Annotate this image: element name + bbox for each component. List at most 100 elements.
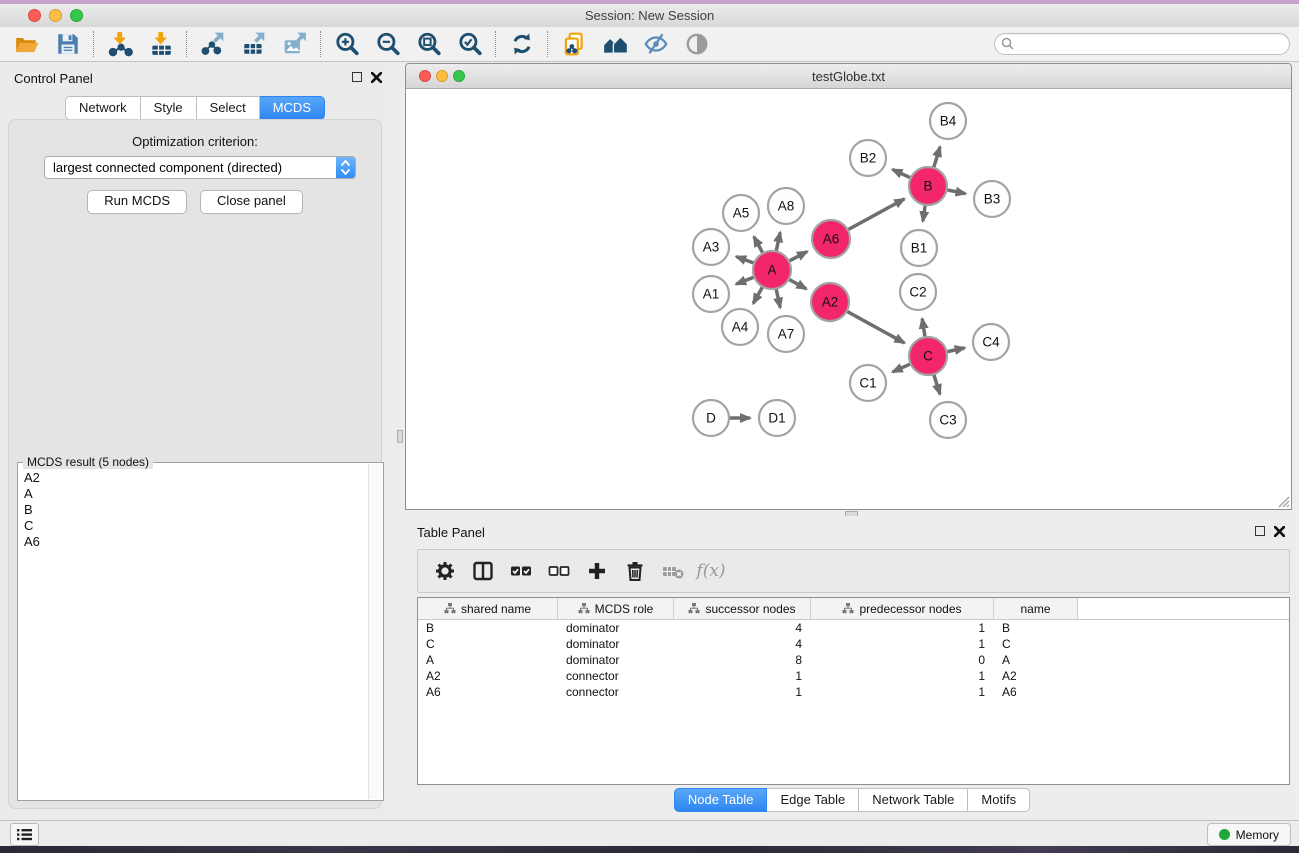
- cell-predecessor-nodes[interactable]: 1: [811, 668, 994, 684]
- vertical-splitter-grip[interactable]: [397, 430, 403, 443]
- graph-edge-B-B1[interactable]: [923, 205, 925, 221]
- graph-node-a4[interactable]: A4: [722, 309, 758, 345]
- cell-mcds-role[interactable]: dominator: [558, 636, 674, 652]
- cell-successor-nodes[interactable]: 4: [674, 620, 811, 636]
- result-item-a6[interactable]: A6: [20, 534, 367, 550]
- table-row[interactable]: Cdominator41C: [418, 636, 1289, 652]
- tab-node-table[interactable]: Node Table: [674, 788, 768, 812]
- tab-network[interactable]: Network: [65, 96, 141, 120]
- task-history-button[interactable]: [10, 823, 39, 846]
- zoom-in-button[interactable]: [326, 29, 367, 59]
- cell-shared-name[interactable]: A: [418, 652, 558, 668]
- search-input[interactable]: [994, 33, 1290, 55]
- export-network-button[interactable]: [192, 29, 233, 59]
- graph-edge-A-A7[interactable]: [776, 289, 780, 308]
- zoom-fit-button[interactable]: [408, 29, 449, 59]
- cell-predecessor-nodes[interactable]: 1: [811, 684, 994, 700]
- graph-node-b1[interactable]: B1: [901, 230, 937, 266]
- graph-node-a2[interactable]: A2: [811, 283, 849, 321]
- column-header-mcds-role[interactable]: MCDS role: [558, 598, 674, 619]
- table-row[interactable]: A6connector11A6: [418, 684, 1289, 700]
- cell-name[interactable]: C: [994, 636, 1078, 652]
- cell-successor-nodes[interactable]: 1: [674, 684, 811, 700]
- graph-node-a[interactable]: A: [753, 251, 791, 289]
- graph-edge-C-C1[interactable]: [893, 364, 911, 372]
- graph-node-b3[interactable]: B3: [974, 181, 1010, 217]
- table-row[interactable]: A2connector11A2: [418, 668, 1289, 684]
- export-image-button[interactable]: [274, 29, 315, 59]
- table-row[interactable]: Bdominator41B: [418, 620, 1289, 636]
- graph-node-a7[interactable]: A7: [768, 316, 804, 352]
- cell-mcds-role[interactable]: dominator: [558, 652, 674, 668]
- tab-motifs[interactable]: Motifs: [968, 788, 1030, 812]
- graph-node-b[interactable]: B: [909, 167, 947, 205]
- cell-mcds-role[interactable]: connector: [558, 684, 674, 700]
- column-header-predecessor-nodes[interactable]: predecessor nodes: [811, 598, 994, 619]
- graph-node-d1[interactable]: D1: [759, 400, 795, 436]
- cell-mcds-role[interactable]: connector: [558, 668, 674, 684]
- table-row[interactable]: Adominator80A: [418, 652, 1289, 668]
- graph-node-c[interactable]: C: [909, 337, 947, 375]
- float-table-panel-icon[interactable]: [1255, 526, 1265, 536]
- export-table-button[interactable]: [233, 29, 274, 59]
- column-header-name[interactable]: name: [994, 598, 1078, 619]
- deselect-all-checkboxes-button[interactable]: [540, 555, 578, 587]
- graph-edge-A6-B[interactable]: [848, 199, 905, 230]
- close-table-panel-icon[interactable]: [1274, 526, 1285, 537]
- graph-node-a5[interactable]: A5: [723, 195, 759, 231]
- result-item-c[interactable]: C: [20, 518, 367, 534]
- cell-name[interactable]: A6: [994, 684, 1078, 700]
- graph-node-c3[interactable]: C3: [930, 402, 966, 438]
- close-panel-icon[interactable]: [371, 72, 382, 83]
- graph-edge-A-A8[interactable]: [776, 232, 780, 251]
- cell-name[interactable]: A: [994, 652, 1078, 668]
- graph-edge-C-C4[interactable]: [947, 348, 965, 352]
- cell-mcds-role[interactable]: dominator: [558, 620, 674, 636]
- cell-name[interactable]: A2: [994, 668, 1078, 684]
- delete-column-button[interactable]: [616, 555, 654, 587]
- graph-node-c4[interactable]: C4: [973, 324, 1009, 360]
- import-table-button[interactable]: [140, 29, 181, 59]
- delete-table-button[interactable]: [654, 555, 692, 587]
- graph-node-a8[interactable]: A8: [768, 188, 804, 224]
- clone-network-button[interactable]: [553, 29, 594, 59]
- home-button[interactable]: [594, 29, 635, 59]
- graph-edge-B-B2[interactable]: [892, 169, 910, 178]
- cell-successor-nodes[interactable]: 1: [674, 668, 811, 684]
- cell-shared-name[interactable]: C: [418, 636, 558, 652]
- graph-edge-C-C3[interactable]: [934, 374, 940, 394]
- tab-select[interactable]: Select: [197, 96, 260, 120]
- cell-successor-nodes[interactable]: 8: [674, 652, 811, 668]
- graph-edge-B-B3[interactable]: [947, 190, 966, 194]
- tab-style[interactable]: Style: [141, 96, 197, 120]
- add-column-button[interactable]: [578, 555, 616, 587]
- graph-node-b2[interactable]: B2: [850, 140, 886, 176]
- cell-shared-name[interactable]: A2: [418, 668, 558, 684]
- graph-edge-C-C2[interactable]: [922, 319, 925, 338]
- settings-button[interactable]: [426, 555, 464, 587]
- graph-edge-A-A6[interactable]: [789, 252, 807, 262]
- cell-name[interactable]: B: [994, 620, 1078, 636]
- column-layout-button[interactable]: [464, 555, 502, 587]
- zoom-selected-button[interactable]: [449, 29, 490, 59]
- cell-predecessor-nodes[interactable]: 0: [811, 652, 994, 668]
- column-header-shared-name[interactable]: shared name: [418, 598, 558, 619]
- refresh-button[interactable]: [501, 29, 542, 59]
- run-mcds-button[interactable]: Run MCDS: [87, 190, 187, 214]
- graph-edge-B-B4[interactable]: [934, 147, 940, 168]
- result-scrollbar[interactable]: [368, 464, 382, 799]
- criterion-dropdown[interactable]: largest connected component (directed): [44, 156, 356, 179]
- tab-network-table[interactable]: Network Table: [859, 788, 968, 812]
- tab-edge-table[interactable]: Edge Table: [767, 788, 859, 812]
- graph-node-a3[interactable]: A3: [693, 229, 729, 265]
- network-canvas[interactable]: B4B2B3A8A5A3B1C2A1A4A7C4C1C3DD1BA6AA2C: [406, 89, 1291, 509]
- cell-shared-name[interactable]: A6: [418, 684, 558, 700]
- open-session-button[interactable]: [6, 29, 47, 59]
- graph-node-d[interactable]: D: [693, 400, 729, 436]
- graph-node-a6[interactable]: A6: [812, 220, 850, 258]
- function-builder-button[interactable]: f(x): [692, 555, 730, 587]
- import-network-button[interactable]: [99, 29, 140, 59]
- cell-predecessor-nodes[interactable]: 1: [811, 620, 994, 636]
- resize-grip-icon[interactable]: [1277, 495, 1290, 508]
- graph-node-c2[interactable]: C2: [900, 274, 936, 310]
